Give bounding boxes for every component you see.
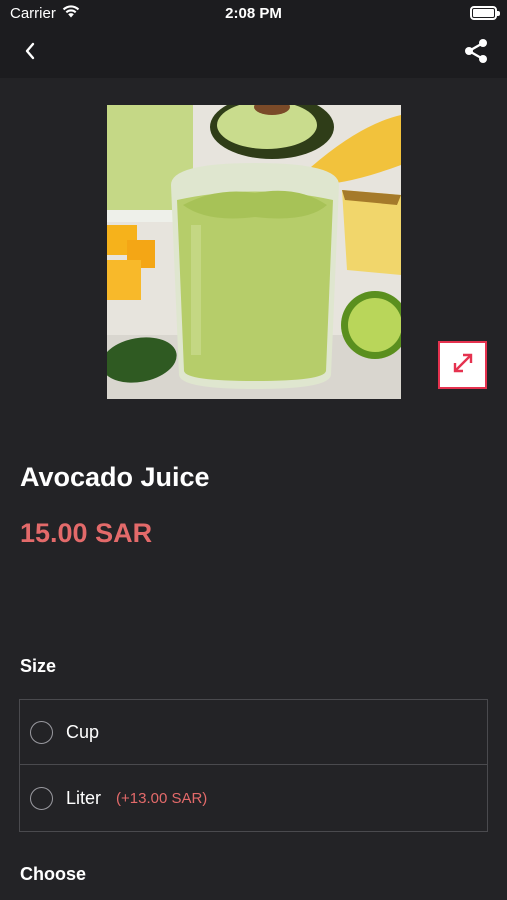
wifi-icon: [62, 5, 80, 22]
product-price: 15.00 SAR: [20, 518, 153, 548]
carrier-label: Carrier: [10, 5, 56, 22]
option-extra-price: (+13.00 SAR): [116, 790, 208, 807]
carrier-indicator: Carrier: [10, 5, 80, 22]
size-section-title: Size: [20, 656, 57, 676]
option-label: Cup: [66, 721, 100, 742]
back-button[interactable]: [14, 38, 46, 68]
size-options: Cup Liter (+13.00 SAR): [19, 699, 488, 832]
size-option-liter[interactable]: Liter (+13.00 SAR): [20, 766, 487, 831]
expand-icon: [451, 351, 475, 380]
status-bar: Carrier 2:08 PM: [0, 0, 507, 28]
product-detail-screen: Carrier 2:08 PM Avocado Juice 15.00 SAR …: [0, 0, 507, 900]
battery-icon: [470, 6, 500, 20]
share-button[interactable]: [461, 38, 491, 68]
avocado-smoothie-image: [107, 105, 401, 399]
share-icon: [464, 38, 488, 69]
choose-section-title: Choose: [20, 864, 87, 884]
chevron-left-icon: [24, 42, 36, 65]
size-option-cup[interactable]: Cup: [20, 700, 487, 765]
product-image: [107, 105, 401, 399]
radio-button[interactable]: [30, 720, 53, 744]
expand-image-button[interactable]: [438, 341, 487, 389]
option-label: Liter: [66, 788, 102, 808]
product-name: Avocado Juice: [20, 462, 210, 492]
radio-button[interactable]: [30, 787, 53, 810]
navigation-bar: [0, 28, 507, 78]
